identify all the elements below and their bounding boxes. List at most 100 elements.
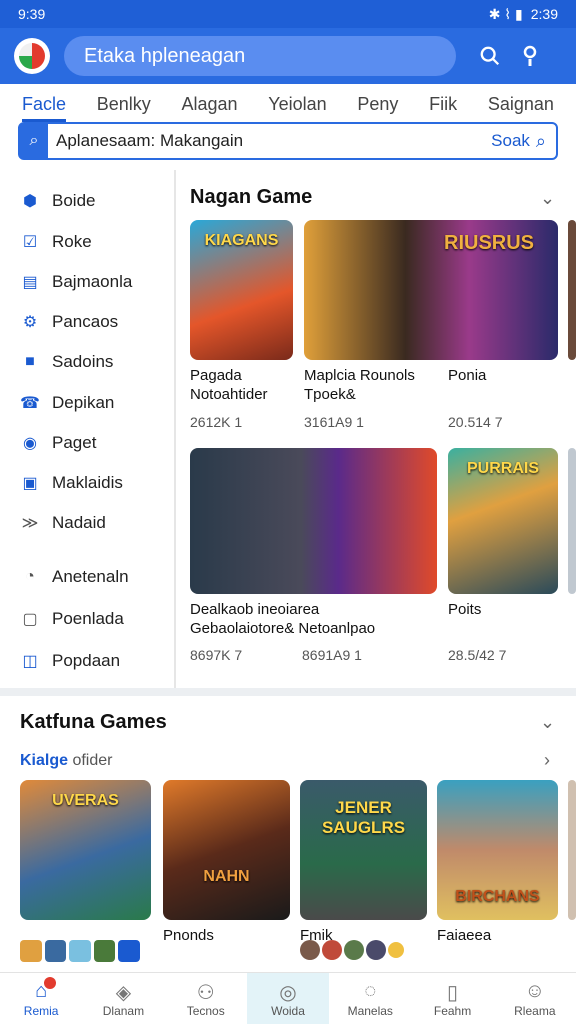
sidebar-item-sadoins[interactable]: ■ Sadoins <box>20 347 113 377</box>
featured-thumb[interactable]: JENER SAUGLRS <box>300 780 427 920</box>
sidebar-item-label: Nadaid <box>52 513 106 532</box>
section-divider <box>0 688 576 696</box>
game-stat: 8691A9 1 <box>302 647 362 663</box>
avatar-strip <box>20 940 140 964</box>
avatar <box>69 940 91 962</box>
featured-subtitle[interactable]: Kialge ofider <box>20 752 112 770</box>
sidebar-item-label: Anetenaln <box>52 567 129 586</box>
featured-subtitle-accent: Kialge <box>20 752 69 769</box>
nav-woida[interactable]: ◎ Woida <box>246 973 330 1024</box>
game-thumb[interactable]: RIUSRUS <box>304 220 558 360</box>
sidebar-item-nadaid[interactable]: ≫ Nadaid <box>20 508 106 538</box>
sidebar-item-label: Paget <box>52 433 97 452</box>
search-submit-icon[interactable]: ⌕ <box>536 131 556 152</box>
game-stat: 28.5/42 7 <box>448 647 507 663</box>
search-input[interactable]: Aplanesaam: Makangain <box>48 131 491 151</box>
featured-thumb[interactable]: NAHN <box>163 780 290 920</box>
game-art-title: BIRCHANS <box>455 888 540 905</box>
avatar <box>344 940 364 960</box>
section-title-nagan: Nagan Game <box>190 186 313 208</box>
nav-label: Remia <box>23 1003 59 1018</box>
tab-fiik[interactable]: Fiik <box>429 88 457 122</box>
tab-peny[interactable]: Peny <box>357 88 398 122</box>
game-art-title: RIUSRUS <box>444 232 535 254</box>
coin-icon <box>388 942 404 958</box>
tab-alagan[interactable]: Alagan <box>181 88 237 122</box>
nav-tecnos[interactable]: ⚇ Tecnos <box>165 973 247 1024</box>
gamepad-icon: ☺ <box>524 979 546 1002</box>
game-stat: 3161A9 1 <box>304 414 364 430</box>
nav-rleama[interactable]: ☺ Rleama <box>494 973 576 1024</box>
featured-title[interactable]: Pnonds <box>163 926 214 945</box>
frame-icon: ▢ <box>22 611 38 628</box>
info-icon <box>118 940 140 962</box>
people-icon: ⚇ <box>196 981 215 1004</box>
tab-benlky[interactable]: Benlky <box>97 88 151 122</box>
game-title[interactable]: Maplcia Rounols <box>304 366 415 385</box>
circle-icon: ◉ <box>23 435 37 452</box>
game-subtitle: Gebaolaiotore& Netoanlpao <box>190 620 376 637</box>
screen-icon: ◫ <box>22 653 38 670</box>
game-thumb-partial[interactable] <box>568 448 576 594</box>
game-art-title: UVERAS <box>52 792 119 809</box>
document-icon: ▣ <box>22 475 38 492</box>
section-title-featured: Katfuna Games <box>20 711 167 733</box>
game-title[interactable]: Dealkaob ineoiarea <box>190 600 319 619</box>
game-art-title: JENER SAUGLRS <box>321 798 406 837</box>
sidebar-item-label: Maklaidis <box>52 473 123 492</box>
chevron-right-icon[interactable]: › <box>544 750 550 771</box>
game-thumb-partial[interactable] <box>568 220 576 360</box>
nav-remia[interactable]: ⌂ Remia <box>0 973 82 1024</box>
location-pin-icon[interactable] <box>510 36 550 76</box>
game-title[interactable]: Poits <box>448 600 481 619</box>
game-art-title: PURRAIS <box>466 460 539 477</box>
nav-manelas[interactable]: ◌ Manelas <box>329 973 411 1024</box>
sidebar-item-label: Pancaos <box>52 312 119 331</box>
sidebar-item-roke[interactable]: ☑ Roke <box>20 227 92 257</box>
game-stat: 20.514 7 <box>448 414 503 430</box>
chat-icon: ◌ <box>364 979 377 1002</box>
nav-label: Dlanam <box>102 1003 145 1018</box>
chevron-down-icon[interactable]: ⌄ <box>540 188 555 209</box>
clock-icon: ◔ <box>25 568 35 585</box>
sidebar-item-popdaan[interactable]: ◫ Popdaan <box>20 646 120 676</box>
sidebar-item-boide[interactable]: ⬢ Boide <box>20 186 95 216</box>
nav-label: Feahm <box>433 1003 472 1018</box>
sidebar-item-poenlada[interactable]: ▢ Poenlada <box>20 604 123 634</box>
app-logo[interactable] <box>14 38 50 74</box>
game-thumb[interactable]: PURRAIS <box>448 448 558 594</box>
sidebar-item-pancaos[interactable]: ⚙ Pancaos <box>20 307 118 337</box>
sidebar-item-depikan[interactable]: ☎ Depikan <box>20 388 114 418</box>
featured-thumb[interactable]: BIRCHANS <box>437 780 558 920</box>
search-icon[interactable]: ⌕ <box>20 124 48 158</box>
search-bar: ⌕ Aplanesaam: Makangain Soak ⌕ <box>18 122 558 160</box>
game-title[interactable]: Ponia <box>448 366 486 385</box>
avatar <box>93 940 116 962</box>
tab-yeiolan[interactable]: Yeiolan <box>268 88 326 122</box>
game-thumb[interactable] <box>190 448 437 594</box>
sidebar-item-paget[interactable]: ◉ Paget <box>20 428 96 458</box>
chevron-down-icon[interactable]: ⌄ <box>540 712 555 733</box>
status-bar: 9:39 ✱ ⌇ ▮ 2:39 <box>0 0 576 28</box>
gear-icon: ⚙ <box>22 314 38 331</box>
sidebar-item-bajmaonla[interactable]: ▤ Bajmaonla <box>20 267 132 297</box>
sidebar-item-maklaidis[interactable]: ▣ Maklaidis <box>20 468 123 498</box>
tab-saignan[interactable]: Saignan <box>488 88 554 122</box>
nav-dlanam[interactable]: ◈ Dlanam <box>82 973 164 1024</box>
nav-feahm[interactable]: ▯ Feahm <box>411 973 493 1024</box>
sidebar-item-label: Popdaan <box>52 651 121 670</box>
sidebar-item-label: Boide <box>52 191 96 210</box>
sidebar-item-anetenaln[interactable]: ◔ Anetenaln <box>20 562 129 592</box>
featured-subtitle-rest: ofider <box>68 752 113 769</box>
featured-thumb-partial[interactable] <box>568 780 576 920</box>
tab-facle[interactable]: Facle <box>22 88 67 122</box>
game-stat: 2612K 1 <box>190 414 243 430</box>
game-title[interactable]: Pagada <box>190 366 242 385</box>
featured-title[interactable]: Faiaeea <box>437 926 491 945</box>
game-thumb[interactable]: KIAGANS <box>190 220 293 360</box>
app-title[interactable]: Etaka hpleneagan <box>64 36 456 76</box>
search-button[interactable]: Soak <box>491 131 536 151</box>
game-art-title: NAHN <box>203 868 250 885</box>
featured-thumb[interactable]: UVERAS <box>20 780 151 920</box>
search-icon[interactable] <box>470 36 510 76</box>
